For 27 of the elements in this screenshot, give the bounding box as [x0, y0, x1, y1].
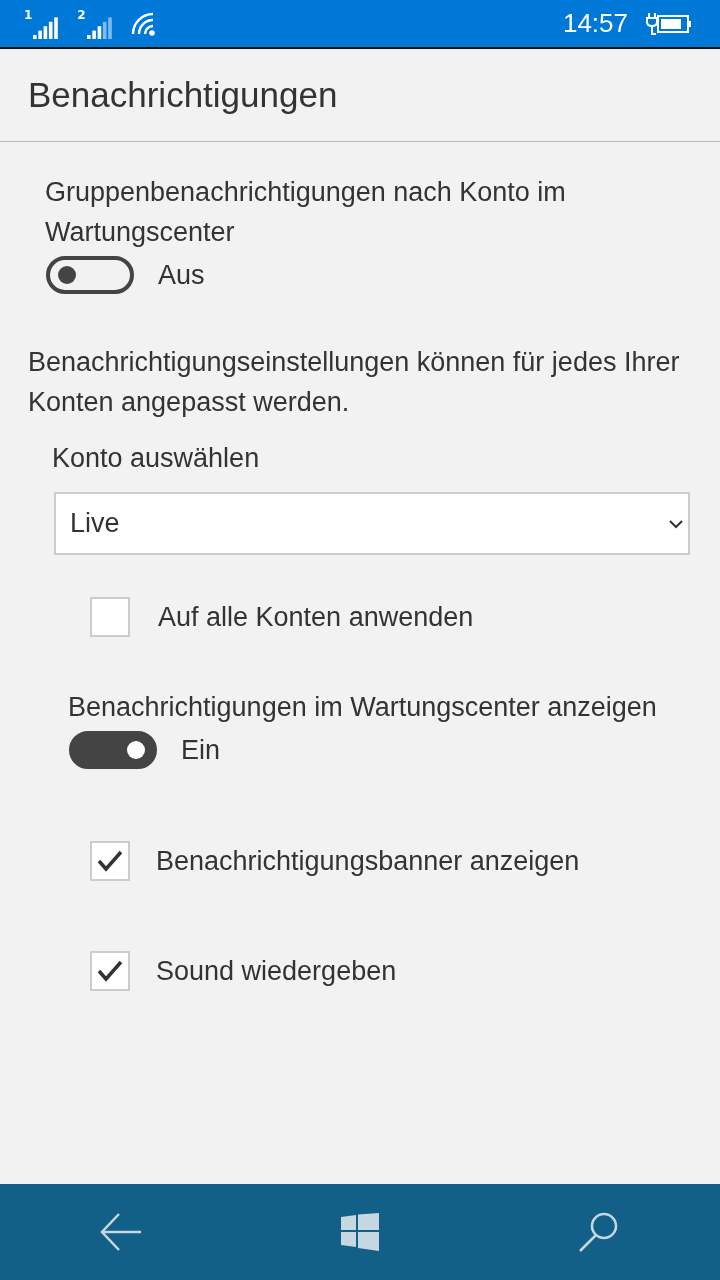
signal-icon [33, 16, 60, 39]
clock-time: 14:57 [562, 8, 628, 39]
toggle-switch[interactable] [46, 256, 134, 294]
toggle-state-label: Ein [181, 734, 221, 766]
setting-label: Benachrichtigungen im Wartungscenter anzeigen [68, 691, 658, 724]
checkbox[interactable] [90, 951, 130, 991]
signal-icon [86, 16, 113, 39]
back-arrow-icon[interactable] [99, 1213, 142, 1251]
checkbox-label: Auf alle Konten anwenden [158, 601, 474, 633]
toggle-switch[interactable] [69, 731, 157, 769]
checkbox[interactable] [90, 841, 130, 881]
page-title: Benachrichtigungen [28, 75, 338, 115]
toggle-state-label: Aus [158, 259, 205, 291]
description-text: Benachrichtigungseinstellungen können für jedes Ihrer Konten angepasst werden. [28, 346, 681, 419]
windows-logo-icon[interactable] [341, 1213, 379, 1251]
checkbox-label: Sound wiedergeben [156, 955, 397, 987]
checkbox-label: Benachrichtigungsbanner anzeigen [156, 845, 580, 877]
checkmark-icon [97, 960, 123, 982]
checkmark-icon [97, 850, 123, 872]
checkbox[interactable] [90, 597, 130, 637]
sim-number: 1 [24, 8, 33, 21]
account-dropdown[interactable]: Live [54, 492, 690, 555]
battery-charging-icon [646, 11, 692, 36]
chevron-down-icon [668, 518, 684, 529]
account-label: Konto auswählen [52, 442, 261, 475]
setting-label: Gruppenbenachrichtigungen nach Konto im Wartungscenter [45, 176, 567, 249]
sim-number: 2 [77, 8, 86, 21]
